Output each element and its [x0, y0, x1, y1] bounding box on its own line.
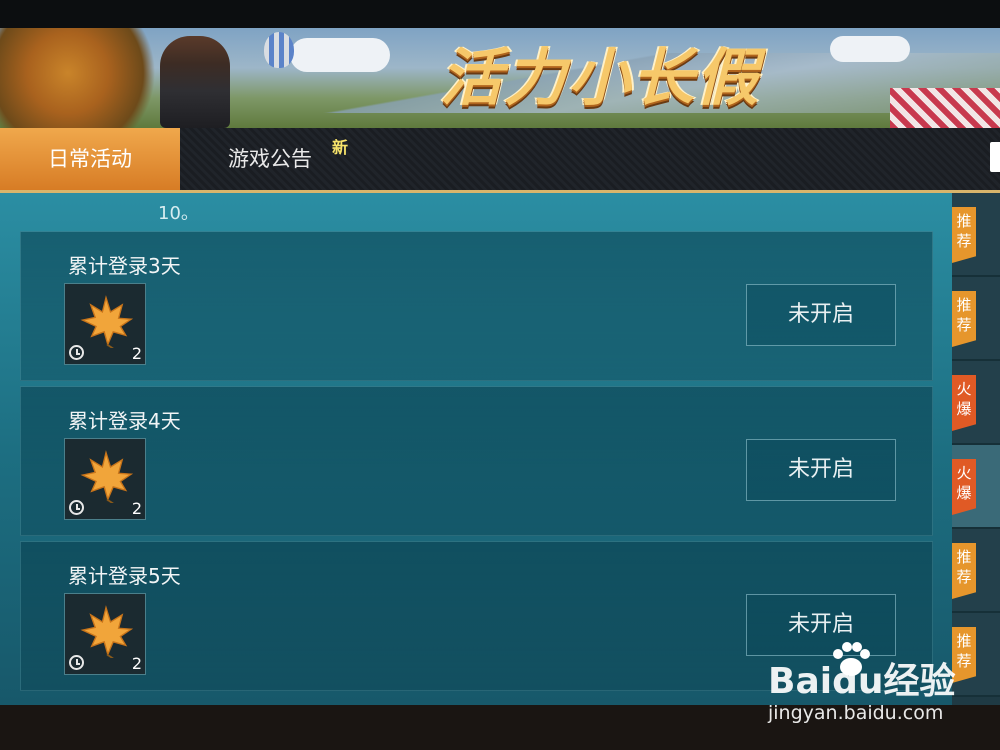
claim-status-button[interactable]: 未开启: [746, 439, 896, 501]
description-text-fragment: 10。: [158, 203, 199, 224]
task-title: 累计登录3天: [68, 254, 181, 278]
tab-overflow-indicator[interactable]: [990, 142, 1000, 172]
claim-status-button[interactable]: 未开启: [746, 284, 896, 346]
character-image: [160, 36, 230, 128]
maple-leaf-icon: [80, 605, 133, 658]
reward-item[interactable]: 2: [64, 438, 146, 520]
task-title: 累计登录4天: [68, 409, 181, 433]
reward-item[interactable]: 2: [64, 593, 146, 675]
maple-leaf-icon: [80, 450, 133, 503]
new-badge: 新: [332, 138, 349, 157]
banner-title: 活力小长假: [439, 41, 760, 114]
watermark-url: jingyan.baidu.com: [768, 702, 944, 724]
maple-leaf-icon: [80, 295, 133, 348]
side-list-item[interactable]: 火爆: [952, 361, 1000, 445]
reward-count: 2: [131, 344, 142, 363]
watermark-logo: Baidu经验: [768, 661, 956, 702]
side-list-item-selected[interactable]: 火爆: [952, 445, 1000, 529]
autumn-tree-image: [0, 28, 170, 128]
reward-item[interactable]: 2: [64, 283, 146, 365]
reward-count: 2: [131, 499, 142, 518]
recommend-tag: 推荐: [952, 291, 976, 347]
tab-game-announcements[interactable]: 游戏公告: [185, 128, 355, 190]
reward-count: 2: [131, 654, 142, 673]
picnic-blanket-image: [890, 88, 1000, 128]
list-item: 累计登录3天 2 未开启: [20, 231, 933, 381]
side-list-item[interactable]: 推荐: [952, 529, 1000, 613]
recommend-tag: 推荐: [952, 543, 976, 599]
side-list-item[interactable]: 推荐: [952, 277, 1000, 361]
cloud-image: [830, 36, 910, 62]
task-title: 累计登录5天: [68, 564, 181, 588]
recommend-tag: 推荐: [952, 207, 976, 263]
hot-air-balloon-icon: [264, 32, 294, 68]
watermark: Baidu经验 jingyan.baidu.com: [768, 642, 998, 732]
list-item: 累计登录4天 2 未开启: [20, 386, 933, 536]
activity-side-list[interactable]: 推荐 推荐 火爆 火爆 推荐 推荐: [952, 193, 1000, 705]
cloud-image: [290, 38, 390, 72]
tab-daily-activities[interactable]: 日常活动: [0, 128, 180, 190]
side-list-item[interactable]: 推荐: [952, 193, 1000, 277]
hot-tag: 火爆: [952, 459, 976, 515]
top-strip: [0, 0, 1000, 28]
activity-panel[interactable]: 10。 累计登录3天 2 未开启 累计登录4天 2 未开启 累计登录5天 2 未…: [0, 193, 952, 705]
event-banner[interactable]: 活力小长假: [0, 28, 1000, 128]
clock-icon: [69, 345, 84, 360]
clock-icon: [69, 655, 84, 670]
tab-bar: 日常活动 游戏公告 新: [0, 128, 1000, 193]
hot-tag: 火爆: [952, 375, 976, 431]
clock-icon: [69, 500, 84, 515]
